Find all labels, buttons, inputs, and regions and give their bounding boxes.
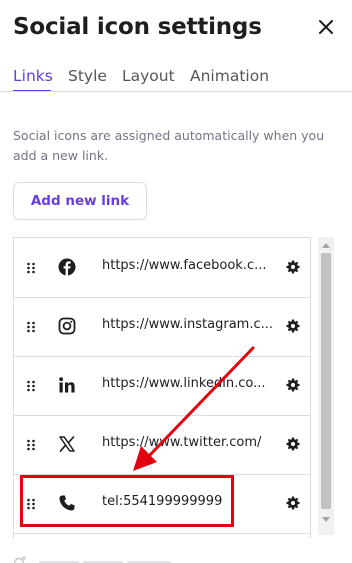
link-url-input[interactable]: https://www.linkedin.co... xyxy=(102,376,265,391)
tab-bar: Links Style Layout Animation xyxy=(0,64,352,94)
scroll-down-arrow-icon[interactable] xyxy=(322,517,330,522)
drag-handle-icon[interactable] xyxy=(26,321,36,333)
links-list: https://www.facebook.c... https://www.in… xyxy=(13,237,311,538)
panel-title: Social icon settings xyxy=(13,14,262,40)
link-url-input[interactable]: https://www.facebook.c... xyxy=(102,258,267,273)
drag-handle-icon[interactable] xyxy=(26,498,36,510)
help-text: Social icons are assigned automatically … xyxy=(13,128,325,163)
facebook-icon xyxy=(58,258,76,276)
social-icon-settings-panel: Social icon settings Links Style Layout … xyxy=(0,0,352,563)
link-row-twitter: https://www.twitter.com/ xyxy=(14,415,310,475)
tab-links[interactable]: Links xyxy=(13,67,53,85)
gear-icon[interactable] xyxy=(286,437,300,451)
tab-animation[interactable]: Animation xyxy=(190,67,269,85)
tab-style[interactable]: Style xyxy=(68,67,107,85)
scroll-up-arrow-icon[interactable] xyxy=(322,243,330,248)
add-new-link-button[interactable]: Add new link xyxy=(13,182,147,220)
drag-handle-icon[interactable] xyxy=(26,380,36,392)
link-row-phone: tel:554199999999 xyxy=(14,474,310,534)
gear-icon[interactable] xyxy=(286,319,300,333)
close-button[interactable] xyxy=(313,14,339,40)
link-row-instagram: https://www.instagram.c... xyxy=(14,297,310,357)
link-url-input[interactable]: https://www.twitter.com/ xyxy=(102,435,261,450)
scroll-thumb[interactable] xyxy=(321,253,331,509)
tab-layout[interactable]: Layout xyxy=(122,67,175,85)
link-row-facebook: https://www.facebook.c... xyxy=(14,238,310,298)
link-url-input[interactable]: tel:554199999999 xyxy=(102,494,222,509)
drag-handle-icon[interactable] xyxy=(26,439,36,451)
gear-icon[interactable] xyxy=(286,496,300,510)
tabs-divider xyxy=(0,91,352,92)
gear-icon[interactable] xyxy=(286,260,300,274)
gear-icon[interactable] xyxy=(286,378,300,392)
close-icon xyxy=(319,20,333,34)
x-icon xyxy=(59,436,75,452)
phone-icon xyxy=(59,495,75,511)
drag-handle-icon[interactable] xyxy=(26,262,36,274)
link-row-linkedin: https://www.linkedin.co... xyxy=(14,356,310,416)
link-url-input[interactable]: https://www.instagram.c... xyxy=(102,317,273,332)
linkedin-icon xyxy=(59,377,75,393)
list-scrollbar[interactable] xyxy=(318,237,334,535)
cut-off-bottom-control xyxy=(13,556,171,563)
instagram-icon xyxy=(58,317,76,335)
